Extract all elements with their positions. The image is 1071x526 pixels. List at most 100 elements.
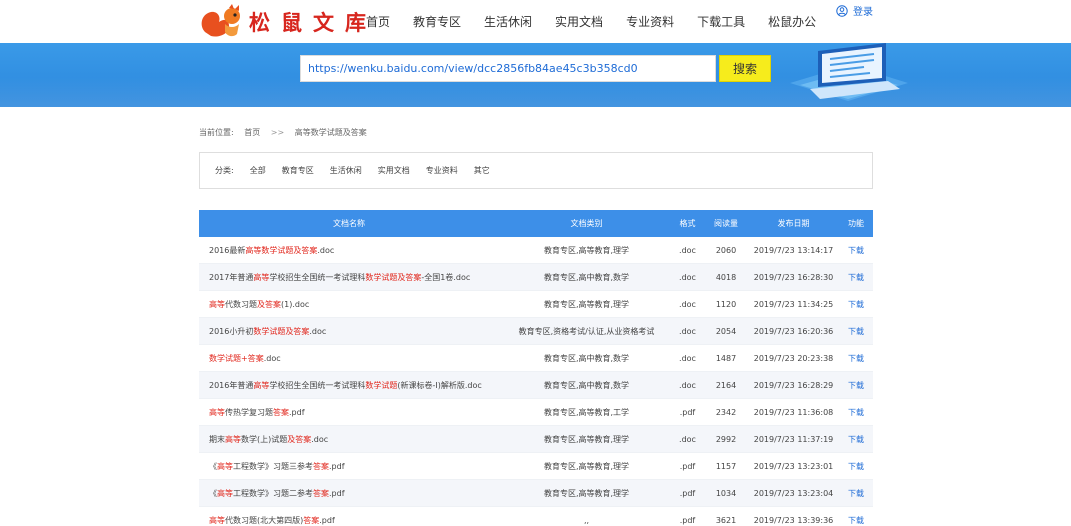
doc-date: 2019/7/23 11:34:25 bbox=[753, 300, 834, 309]
keyword-highlight: 答案 bbox=[273, 408, 289, 417]
doc-name-text: 工程数学》习题二参考 bbox=[233, 489, 313, 498]
doc-date: 2019/7/23 16:20:36 bbox=[753, 327, 834, 336]
download-link[interactable]: 下载 bbox=[839, 345, 873, 372]
doc-name-text: -全国1卷.doc bbox=[421, 273, 471, 282]
doc-date: 2019/7/23 13:23:01 bbox=[753, 462, 834, 471]
doc-name-link[interactable]: 2016最新高等数学试题及答案.doc bbox=[209, 237, 499, 264]
keyword-highlight: 高等 bbox=[209, 516, 225, 525]
nav-item-office[interactable]: 松鼠办公 bbox=[768, 13, 816, 30]
keyword-highlight: 高等 bbox=[253, 381, 270, 390]
table-row: 《高等工程数学》习题二参考答案.pdf 教育专区,高等教育,理学 .pdf 1034 2… bbox=[199, 480, 873, 507]
doc-reads: 3621 bbox=[715, 516, 737, 525]
category-practical-docs[interactable]: 实用文档 bbox=[378, 165, 410, 176]
doc-reads: 2054 bbox=[715, 327, 737, 336]
download-link[interactable]: 下载 bbox=[839, 237, 873, 264]
doc-reads: 1034 bbox=[715, 489, 737, 498]
download-link[interactable]: 下载 bbox=[839, 426, 873, 453]
nav-item-download-tool[interactable]: 下载工具 bbox=[697, 13, 745, 30]
category-other[interactable]: 其它 bbox=[474, 165, 490, 176]
header-doc-category: 文档类别 bbox=[570, 219, 603, 228]
nav-item-home[interactable]: 首页 bbox=[366, 13, 390, 30]
breadcrumb-home[interactable]: 首页 bbox=[244, 128, 260, 137]
main-nav: 首页 教育专区 生活休闲 实用文档 专业资料 下载工具 松鼠办公 bbox=[366, 13, 839, 30]
doc-category: 教育专区,高等教育,理学 bbox=[543, 300, 630, 309]
keyword-highlight: 及答案 bbox=[287, 435, 312, 444]
nav-item-life[interactable]: 生活休闲 bbox=[484, 13, 532, 30]
header-doc-name: 文档名称 bbox=[333, 219, 365, 228]
doc-name-link[interactable]: 高等传热学复习题答案.pdf bbox=[209, 399, 499, 426]
table-row: 高等代数习题(北大第四版)答案.pdf,, .pdf 3621 2019/7/23 1… bbox=[199, 507, 873, 526]
table-row: 高等代数习题及答案(1).doc 教育专区,高等教育,理学 .doc 1120 2019… bbox=[199, 291, 873, 318]
header-date: 发布日期 bbox=[777, 219, 810, 228]
keyword-highlight: 答案 bbox=[313, 462, 329, 471]
doc-date: 2019/7/23 11:37:19 bbox=[753, 435, 834, 444]
download-link[interactable]: 下载 bbox=[839, 264, 873, 291]
keyword-highlight: 数学试题及答案 bbox=[253, 327, 310, 336]
download-link[interactable]: 下载 bbox=[839, 399, 873, 426]
table-header: 文档名称 文档类别 格式 阅读量 发布日期 功能 bbox=[199, 210, 873, 237]
doc-format: .doc bbox=[679, 435, 696, 444]
keyword-highlight: 高等 bbox=[217, 489, 233, 498]
doc-reads: 2060 bbox=[715, 246, 737, 255]
doc-name-link[interactable]: 数学试题+答案.doc bbox=[209, 345, 499, 372]
keyword-highlight: 数学试题 bbox=[365, 381, 398, 390]
table-row: 2016最新高等数学试题及答案.doc 教育专区,高等教育,理学 .doc 2060 2… bbox=[199, 237, 873, 264]
doc-reads: 4018 bbox=[715, 273, 737, 282]
nav-item-practical-docs[interactable]: 实用文档 bbox=[555, 13, 603, 30]
doc-format: .doc bbox=[679, 354, 696, 363]
breadcrumb-separator: >> bbox=[270, 128, 285, 137]
doc-name-text: 2016最新 bbox=[209, 246, 246, 255]
category-all[interactable]: 全部 bbox=[250, 165, 266, 176]
doc-name-link[interactable]: 高等代数习题(北大第四版)答案.pdf bbox=[209, 507, 499, 526]
nav-item-education[interactable]: 教育专区 bbox=[413, 13, 461, 30]
doc-name-text: 学校招生全国统一考试理科 bbox=[269, 381, 366, 390]
download-link[interactable]: 下载 bbox=[839, 372, 873, 399]
doc-name-text: 代数习题(北大第四版) bbox=[225, 516, 304, 525]
keyword-highlight: 数学试题+答案 bbox=[209, 354, 264, 363]
doc-name-text: 传热学复习题 bbox=[225, 408, 273, 417]
doc-name-link[interactable]: 期末高等数学(上)试题及答案.doc bbox=[209, 426, 499, 453]
search-button[interactable]: 搜索 bbox=[719, 55, 771, 82]
keyword-highlight: 高等 bbox=[209, 300, 225, 309]
nav-item-professional[interactable]: 专业资料 bbox=[626, 13, 674, 30]
doc-name-text: (1).doc bbox=[281, 300, 310, 309]
doc-name-text: .pdf bbox=[319, 516, 335, 525]
category-education[interactable]: 教育专区 bbox=[282, 165, 314, 176]
category-professional[interactable]: 专业资料 bbox=[426, 165, 458, 176]
breadcrumb: 当前位置: 首页 >> 高等数学试题及答案 bbox=[199, 127, 375, 138]
category-life[interactable]: 生活休闲 bbox=[330, 165, 362, 176]
breadcrumb-label: 当前位置: bbox=[199, 128, 234, 137]
doc-format: .doc bbox=[679, 273, 696, 282]
download-link[interactable]: 下载 bbox=[839, 480, 873, 507]
site-header: 松鼠文库 首页 教育专区 生活休闲 实用文档 专业资料 下载工具 松鼠办公 登录 bbox=[0, 0, 1071, 43]
doc-name-link[interactable]: 《高等工程数学》习题二参考答案.pdf bbox=[209, 480, 499, 507]
download-link[interactable]: 下载 bbox=[839, 453, 873, 480]
doc-format: .pdf bbox=[679, 408, 696, 417]
breadcrumb-current: 高等数学试题及答案 bbox=[294, 128, 367, 137]
keyword-highlight: 高等 bbox=[225, 435, 241, 444]
doc-category: ,, bbox=[583, 516, 590, 525]
table-row: 数学试题+答案.doc 教育专区,高中教育,数学 .doc 1487 2019/7/23… bbox=[199, 345, 873, 372]
search-input[interactable]: https://wenku.baidu.com/view/dcc2856fb84… bbox=[300, 55, 716, 82]
doc-format: .doc bbox=[679, 246, 696, 255]
header-action: 功能 bbox=[848, 219, 864, 228]
login-link[interactable]: 登录 bbox=[836, 3, 873, 18]
doc-format: .pdf bbox=[679, 462, 696, 471]
table-body: 2016最新高等数学试题及答案.doc 教育专区,高等教育,理学 .doc 2060 2… bbox=[199, 237, 873, 526]
doc-name-text: 数学(上)试题 bbox=[241, 435, 288, 444]
logo[interactable]: 松鼠文库 bbox=[199, 4, 377, 40]
download-link[interactable]: 下载 bbox=[839, 318, 873, 345]
doc-name-link[interactable]: 《高等工程数学》习题三参考答案.pdf bbox=[209, 453, 499, 480]
doc-name-link[interactable]: 高等代数习题及答案(1).doc bbox=[209, 291, 499, 318]
doc-name-text: .pdf bbox=[329, 462, 345, 471]
table-row: 期末高等数学(上)试题及答案.doc 教育专区,高等教育,理学 .doc 2992 20… bbox=[199, 426, 873, 453]
doc-name-link[interactable]: 2016年普通高等学校招生全国统一考试理科数学试题(新课标卷-I)解析版.doc bbox=[209, 372, 499, 399]
doc-name-text: (新课标卷-I)解析版.doc bbox=[397, 381, 482, 390]
doc-name-link[interactable]: 2017年普通高等学校招生全国统一考试理科数学试题及答案-全国1卷.doc bbox=[209, 264, 499, 291]
doc-date: 2019/7/23 16:28:30 bbox=[753, 273, 834, 282]
doc-category: 教育专区,高等教育,理学 bbox=[543, 462, 630, 471]
doc-name-text: .doc bbox=[309, 327, 327, 336]
download-link[interactable]: 下载 bbox=[839, 291, 873, 318]
doc-name-link[interactable]: 2016小升初数学试题及答案.doc bbox=[209, 318, 499, 345]
download-link[interactable]: 下载 bbox=[839, 507, 873, 526]
